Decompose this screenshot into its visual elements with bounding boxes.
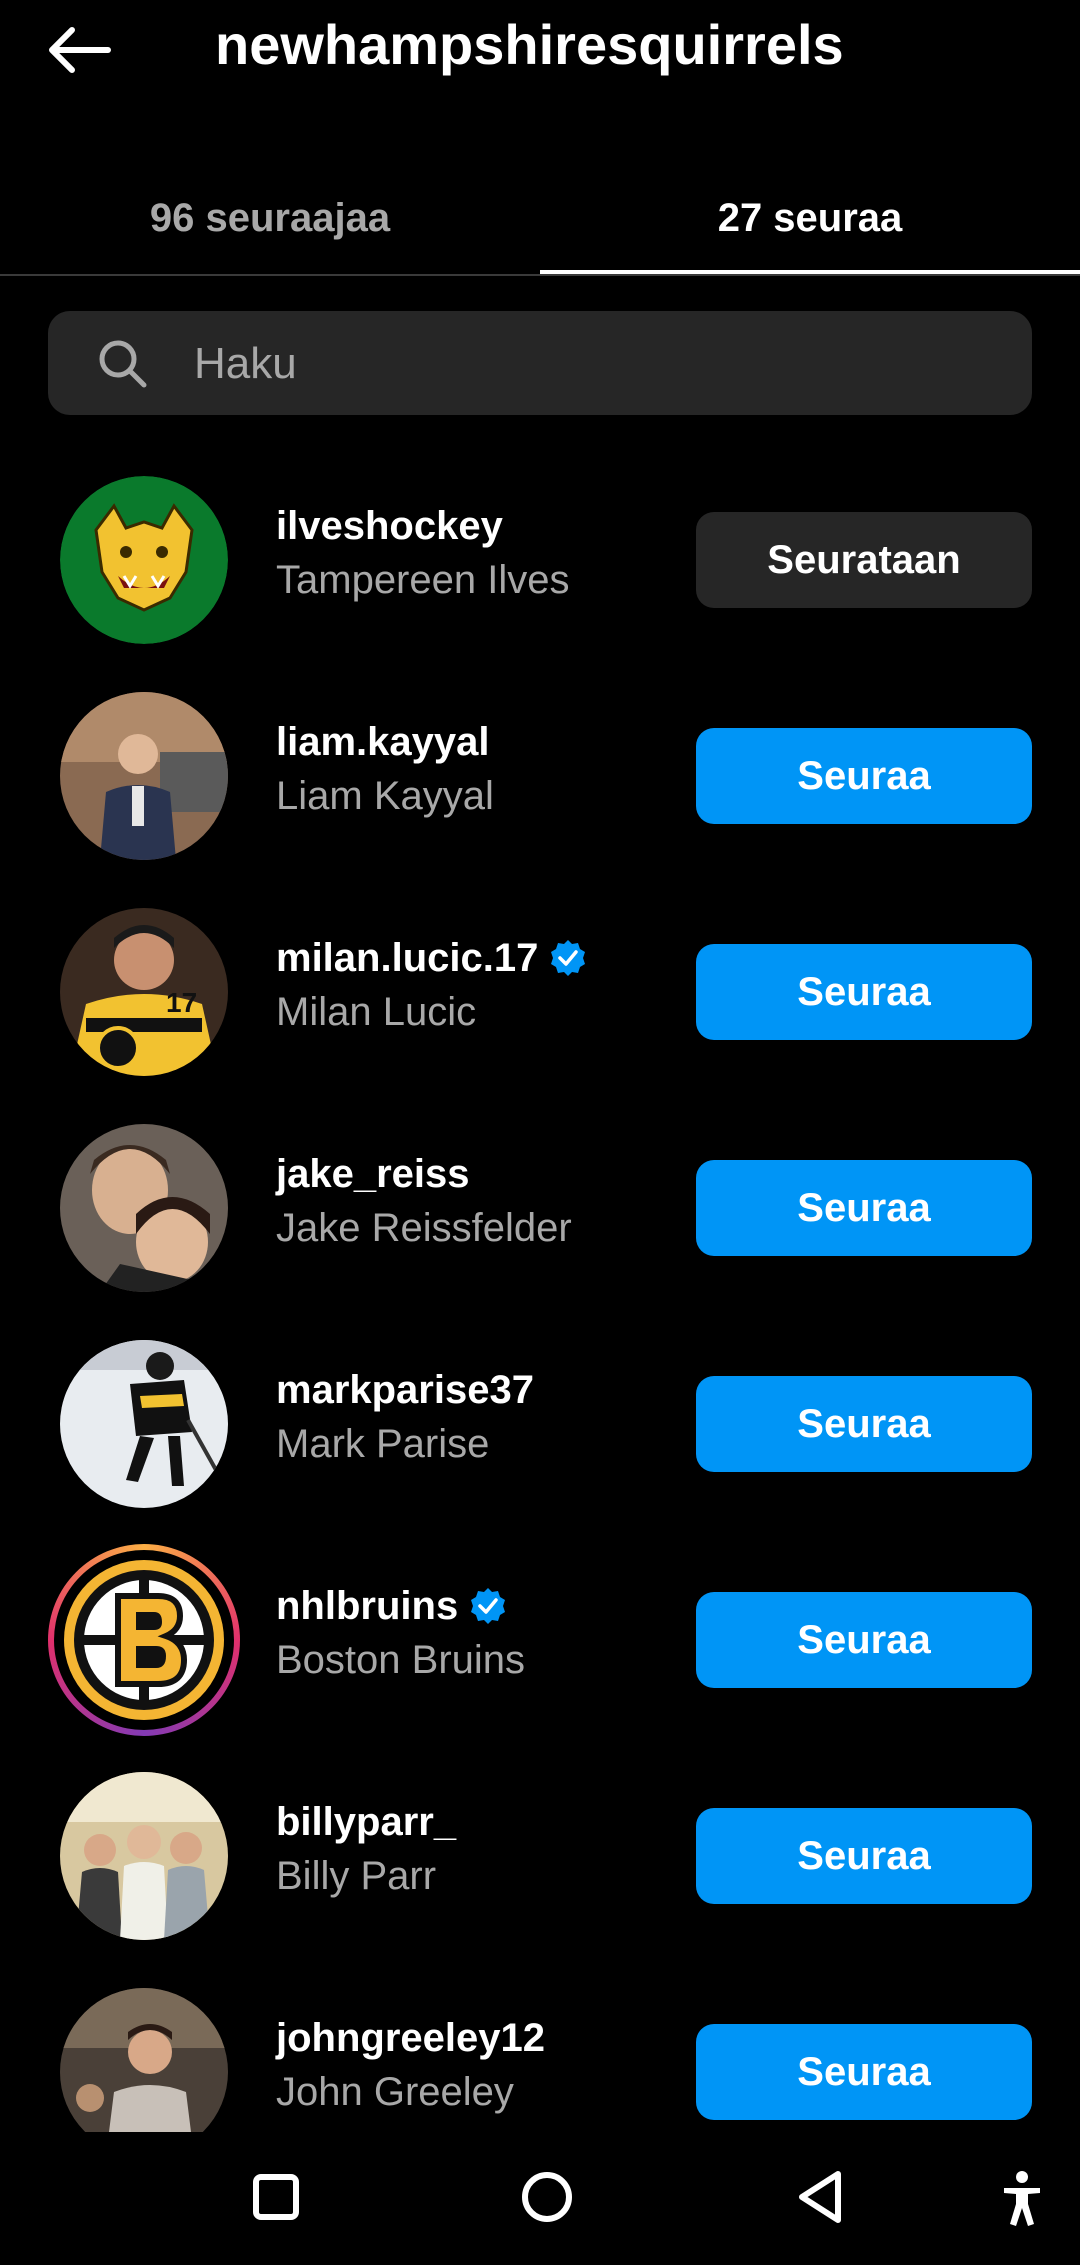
search-bar[interactable]	[48, 311, 1032, 417]
system-navigation-bar	[0, 2132, 1080, 2265]
search-input[interactable]	[192, 311, 996, 417]
list-item[interactable]: jake_reiss Jake Reissfelder Seuraa	[0, 1108, 1080, 1324]
full-name: Milan Lucic	[276, 990, 477, 1034]
username[interactable]: milan.lucic.17	[276, 932, 676, 984]
follow-button[interactable]: Seuraa	[696, 944, 1032, 1040]
tab-followers[interactable]: 96 seuraajaa	[0, 160, 540, 276]
follow-button[interactable]: Seuraa	[696, 1592, 1032, 1688]
avatar	[64, 1560, 224, 1720]
user-names: ilveshockey Tampereen Ilves	[276, 500, 676, 608]
follow-button[interactable]: Seuraa	[696, 728, 1032, 824]
full-name: Tampereen Ilves	[276, 558, 570, 602]
svg-text:17: 17	[166, 987, 197, 1018]
user-names: billyparr_ Billy Parr	[276, 1796, 676, 1904]
active-tab-indicator	[540, 270, 1080, 274]
list-item[interactable]: ilveshockey Tampereen Ilves Seurataan	[0, 460, 1080, 676]
avatar[interactable]	[60, 1772, 228, 1940]
user-names: jake_reiss Jake Reissfelder	[276, 1148, 676, 1256]
list-item[interactable]: markparise37 Mark Parise Seuraa	[0, 1324, 1080, 1540]
tab-following[interactable]: 27 seuraa	[540, 160, 1080, 276]
tab-bar: 96 seuraajaa 27 seuraa	[0, 160, 1080, 276]
tabs-divider	[0, 274, 1080, 276]
list-item[interactable]: liam.kayyal Liam Kayyal Seuraa	[0, 676, 1080, 892]
username[interactable]: markparise37	[276, 1364, 676, 1416]
avatar[interactable]	[60, 1340, 228, 1508]
recent-apps-icon[interactable]	[253, 2174, 299, 2220]
back-button[interactable]	[44, 18, 124, 82]
username[interactable]: liam.kayyal	[276, 716, 676, 768]
full-name: Liam Kayyal	[276, 774, 494, 818]
story-ring[interactable]	[48, 1544, 240, 1736]
following-button[interactable]: Seurataan	[696, 512, 1032, 608]
full-name: John Greeley	[276, 2070, 514, 2114]
list-item[interactable]: johngreeley12 John Greeley Seuraa	[0, 1972, 1080, 2132]
username[interactable]: jake_reiss	[276, 1148, 676, 1200]
accessibility-icon[interactable]	[1000, 2170, 1044, 2226]
user-names: liam.kayyal Liam Kayyal	[276, 716, 676, 824]
header: newhampshiresquirrels	[0, 0, 1080, 100]
user-names: markparise37 Mark Parise	[276, 1364, 676, 1472]
follow-button[interactable]: Seuraa	[696, 1376, 1032, 1472]
full-name: Boston Bruins	[276, 1638, 526, 1682]
avatar[interactable]	[60, 476, 228, 644]
list-item[interactable]: 17 milan.lucic.17 Milan Lucic Seuraa	[0, 892, 1080, 1108]
username[interactable]: billyparr_	[276, 1796, 676, 1848]
list-item[interactable]: nhlbruins Boston Bruins Seuraa	[0, 1540, 1080, 1756]
follow-button[interactable]: Seuraa	[696, 2024, 1032, 2120]
verified-badge-icon	[471, 1588, 506, 1624]
follow-button[interactable]: Seuraa	[696, 1160, 1032, 1256]
verified-badge-icon	[551, 940, 586, 976]
username[interactable]: nhlbruins	[276, 1580, 676, 1632]
back-icon[interactable]	[792, 2168, 850, 2226]
full-name: Jake Reissfelder	[276, 1206, 572, 1250]
avatar[interactable]	[60, 1124, 228, 1292]
arrow-left-icon	[49, 27, 111, 73]
search-icon	[99, 340, 147, 388]
avatar[interactable]	[60, 1988, 228, 2132]
avatar[interactable]: 17	[60, 908, 228, 1076]
full-name: Billy Parr	[276, 1854, 437, 1898]
avatar[interactable]	[60, 692, 228, 860]
user-names: nhlbruins Boston Bruins	[276, 1580, 676, 1688]
page-title: newhampshiresquirrels	[215, 13, 844, 76]
user-names: milan.lucic.17 Milan Lucic	[276, 932, 676, 1040]
follow-button[interactable]: Seuraa	[696, 1808, 1032, 1904]
home-icon[interactable]	[522, 2172, 572, 2222]
username[interactable]: ilveshockey	[276, 500, 676, 552]
user-names: johngreeley12 John Greeley	[276, 2012, 676, 2120]
list-item[interactable]: billyparr_ Billy Parr Seuraa	[0, 1756, 1080, 1972]
full-name: Mark Parise	[276, 1422, 490, 1466]
following-list: ilveshockey Tampereen Ilves Seurataan li…	[0, 460, 1080, 2132]
username[interactable]: johngreeley12	[276, 2012, 676, 2064]
